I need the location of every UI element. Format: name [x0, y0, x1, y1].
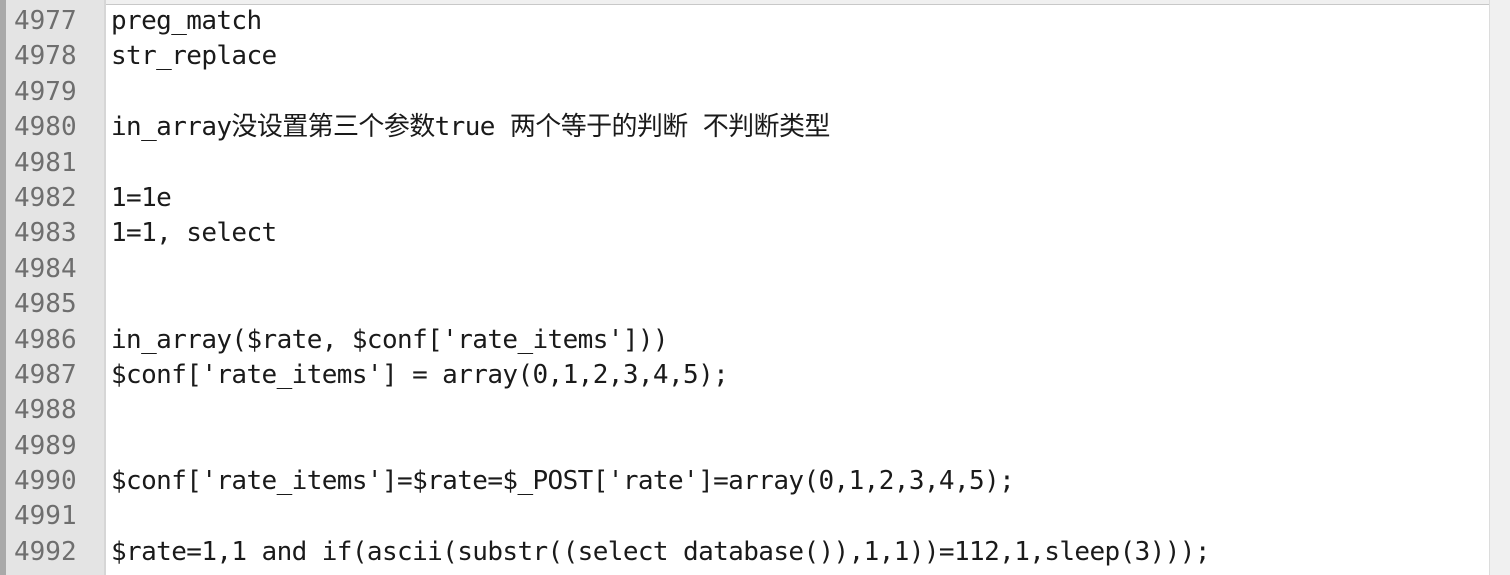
- line-number: 4982: [14, 182, 77, 213]
- code-line[interactable]: 4985: [0, 287, 1490, 322]
- code-line[interactable]: 4979: [0, 75, 1490, 110]
- line-number: 4981: [14, 147, 77, 178]
- editor-lines[interactable]: 4977 preg_match 4978 str_replace 4979 49…: [0, 4, 1490, 570]
- line-text[interactable]: preg_match: [111, 4, 262, 39]
- code-line[interactable]: 4991: [0, 499, 1490, 534]
- code-line[interactable]: 4989: [0, 429, 1490, 464]
- line-number: 4977: [14, 6, 77, 36]
- line-number: 4988: [14, 395, 77, 426]
- code-line[interactable]: 4980 in_array没设置第三个参数true 两个等于的判断 不判断类型: [0, 110, 1490, 145]
- line-number: 4978: [14, 41, 77, 72]
- line-text[interactable]: $rate=1,1 and if(ascii(substr((select da…: [111, 535, 1211, 570]
- code-line[interactable]: 4978 str_replace: [0, 39, 1490, 74]
- code-line[interactable]: 4987 $conf['rate_items'] = array(0,1,2,3…: [0, 358, 1490, 393]
- line-number: 4983: [14, 218, 77, 249]
- line-number: 4979: [14, 76, 77, 107]
- line-text[interactable]: $conf['rate_items'] = array(0,1,2,3,4,5)…: [111, 358, 729, 393]
- line-number: 4987: [14, 359, 77, 390]
- line-text[interactable]: str_replace: [111, 39, 277, 74]
- line-text[interactable]: in_array($rate, $conf['rate_items'])): [111, 323, 669, 358]
- line-text[interactable]: in_array没设置第三个参数true 两个等于的判断 不判断类型: [111, 110, 830, 145]
- code-line[interactable]: 4990 $conf['rate_items']=$rate=$_POST['r…: [0, 464, 1490, 499]
- line-number: 4985: [14, 289, 77, 320]
- code-line[interactable]: 4982 1=1e: [0, 181, 1490, 216]
- line-number: 4991: [14, 501, 77, 532]
- code-line[interactable]: 4986 in_array($rate, $conf['rate_items']…: [0, 323, 1490, 358]
- line-number: 4992: [14, 536, 77, 567]
- line-text[interactable]: $conf['rate_items']=$rate=$_POST['rate']…: [111, 464, 1015, 499]
- code-line[interactable]: 4981: [0, 146, 1490, 181]
- vertical-scrollbar[interactable]: [1489, 0, 1510, 575]
- line-number: 4980: [14, 112, 77, 143]
- code-line[interactable]: 4984: [0, 252, 1490, 287]
- line-number: 4984: [14, 253, 77, 284]
- line-number: 4986: [14, 324, 77, 355]
- code-line[interactable]: 4977 preg_match: [0, 4, 1490, 39]
- line-number: 4990: [14, 466, 77, 497]
- line-text[interactable]: 1=1e: [111, 181, 172, 216]
- line-text[interactable]: 1=1, select: [111, 216, 277, 251]
- line-number: 4989: [14, 430, 77, 461]
- code-line[interactable]: 4988: [0, 393, 1490, 428]
- code-line[interactable]: 4983 1=1, select: [0, 216, 1490, 251]
- code-line[interactable]: 4992 $rate=1,1 and if(ascii(substr((sele…: [0, 535, 1490, 570]
- code-editor[interactable]: 4977 preg_match 4978 str_replace 4979 49…: [0, 0, 1510, 575]
